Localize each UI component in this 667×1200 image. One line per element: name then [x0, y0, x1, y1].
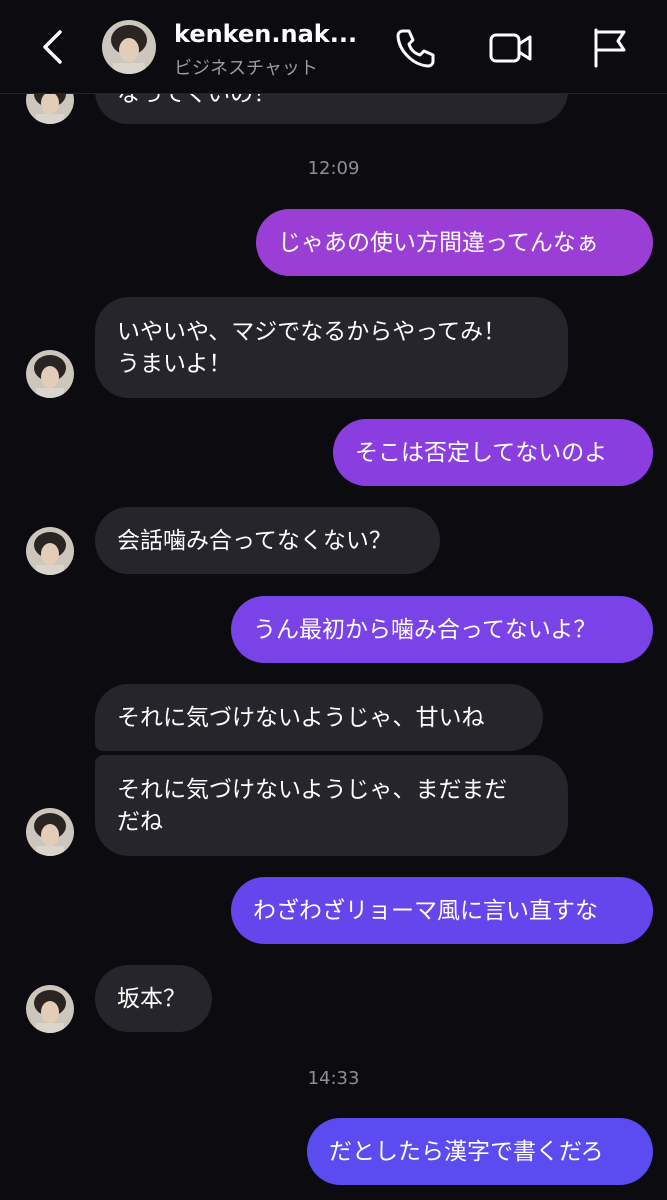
message-outgoing[interactable]: わざわざリョーマ風に言い直すな — [231, 877, 653, 944]
message-text: だね — [117, 808, 163, 835]
message-incoming[interactable]: それに気づけないようじゃ、まだまだ だね — [95, 755, 568, 856]
message-incoming[interactable]: 会話噛み合ってなくない？ — [95, 507, 440, 574]
message-outgoing[interactable]: だとしたら漢字で書くだろ — [307, 1118, 653, 1185]
message-text: 会話噛み合ってなくない？ — [117, 527, 392, 554]
message-text: 坂本？ — [117, 985, 186, 1012]
message-text: そこは否定してないのよ — [355, 439, 608, 466]
message-text: うん最初から噛み合ってないよ？ — [253, 616, 597, 643]
flag-icon[interactable] — [590, 26, 630, 70]
message-outgoing[interactable]: うん最初から噛み合ってないよ？ — [231, 596, 653, 663]
timestamp: 14:33 — [307, 1068, 360, 1089]
message-text: じゃあの使い方間違ってんなぁ — [278, 229, 599, 256]
phone-icon[interactable] — [394, 26, 438, 70]
message-list[interactable]: なってくいの！ 12:09 じゃあの使い方間違ってんなぁ いやいや、マジでなるか… — [0, 0, 667, 1200]
contact-avatar[interactable] — [26, 350, 74, 398]
contact-avatar[interactable] — [26, 808, 74, 856]
message-text: それに気づけないようじゃ、まだまだ — [117, 776, 508, 803]
message-outgoing[interactable]: じゃあの使い方間違ってんなぁ — [256, 209, 653, 276]
message-text: うまいよ！ — [117, 350, 232, 377]
timestamp: 12:09 — [307, 158, 360, 179]
message-text: いやいや、マジでなるからやってみ！ — [117, 318, 507, 345]
chat-header: kenken.nak... ビジネスチャット — [0, 0, 667, 94]
avatar[interactable] — [102, 20, 156, 74]
message-incoming[interactable]: それに気づけないようじゃ、甘いね — [95, 684, 543, 751]
message-text: わざわざリョーマ風に言い直すな — [253, 897, 598, 924]
contact-avatar[interactable] — [26, 985, 74, 1033]
contact-avatar[interactable] — [26, 527, 74, 575]
chat-type-label: ビジネスチャット — [174, 58, 318, 79]
message-outgoing[interactable]: そこは否定してないのよ — [333, 419, 653, 486]
message-incoming[interactable]: 坂本？ — [95, 965, 212, 1032]
message-incoming[interactable]: いやいや、マジでなるからやってみ！ うまいよ！ — [95, 297, 568, 398]
back-arrow-icon[interactable] — [38, 26, 68, 68]
video-camera-icon[interactable] — [488, 28, 534, 68]
contact-name[interactable]: kenken.nak... — [174, 20, 364, 48]
message-text: それに気づけないようじゃ、甘いね — [117, 704, 485, 731]
message-text: だとしたら漢字で書くだろ — [329, 1138, 604, 1165]
